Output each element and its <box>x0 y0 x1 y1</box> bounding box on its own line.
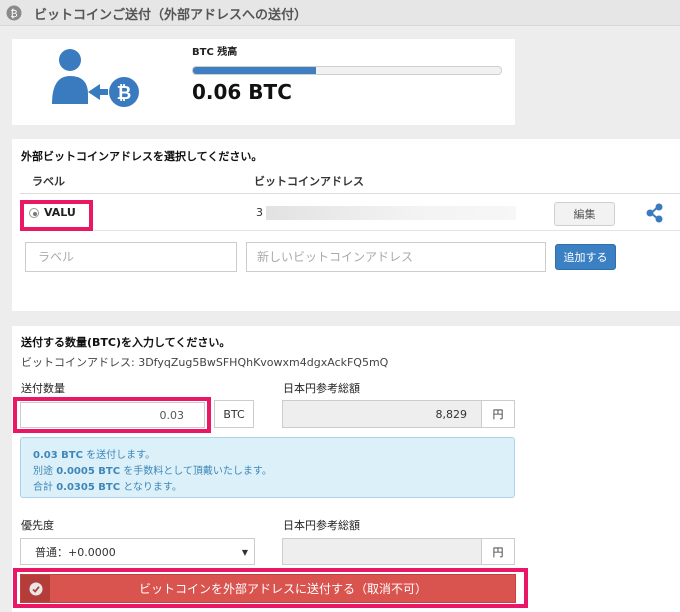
address-row-label[interactable]: VALU <box>44 206 76 219</box>
priority-label: 優先度 <box>21 519 54 532</box>
info-line-3: 合計 0.0305 BTC となります。 <box>33 482 182 493</box>
radio-dot <box>33 212 37 216</box>
svg-text:₿: ₿ <box>10 8 17 20</box>
add-address-button[interactable]: 追加する <box>555 244 616 270</box>
info-line-2: 別途 0.0005 BTC を手数料として頂戴いたします。 <box>33 466 272 477</box>
column-header-address: ビットコインアドレス <box>254 175 364 188</box>
fee-info-box: 0.03 BTC を送付します。 別途 0.0005 BTC を手数料として頂戴… <box>20 437 515 498</box>
yen-unit-2: 円 <box>481 538 515 565</box>
yen-unit: 円 <box>481 400 515 428</box>
column-header-label: ラベル <box>32 175 65 188</box>
selected-address-line: ビットコインアドレス: 3DfyqZug5BwSFHQhKvowxm4dgxAc… <box>21 356 389 369</box>
amount-label: 送付数量 <box>21 382 65 395</box>
svg-text:₿: ₿ <box>117 83 132 104</box>
yen-total-label: 日本円参考総額 <box>283 382 360 395</box>
balance-value: 0.06 BTC <box>192 80 292 104</box>
user-send-bitcoin-icon: ₿ <box>52 49 139 107</box>
priority-value: 普通：+0.0000 <box>35 545 116 559</box>
amount-unit: BTC <box>214 400 254 428</box>
check-icon <box>21 575 50 602</box>
address-section-title: 外部ビットコインアドレスを選択してください。 <box>21 150 263 163</box>
new-label-input[interactable] <box>25 242 237 272</box>
yen-total-value: 8,829 <box>282 400 482 428</box>
info-line-1: 0.03 BTC を送付します。 <box>33 450 156 461</box>
address-redacted <box>266 206 516 220</box>
bitcoin-send-icon: ₿ <box>6 5 22 21</box>
balance-bar-fill <box>193 67 317 74</box>
balance-label: BTC 残高 <box>192 47 238 58</box>
page-title: ビットコインご送付（外部アドレスへの送付） <box>34 8 308 23</box>
amount-section-title: 送付する数量(BTC)を入力してください。 <box>21 336 231 349</box>
share-icon[interactable] <box>646 203 664 223</box>
yen-total-label-2: 日本円参考総額 <box>283 519 360 532</box>
address-radio[interactable] <box>29 208 39 218</box>
table-divider <box>20 193 680 194</box>
table-divider <box>20 230 680 231</box>
new-address-input[interactable] <box>246 242 546 272</box>
amount-input[interactable] <box>20 402 205 428</box>
chevron-down-icon: ▼ <box>241 548 248 557</box>
address-row-value: 3 <box>256 206 263 219</box>
yen-total-value-2 <box>282 538 482 565</box>
priority-select[interactable]: 普通：+0.0000 ▼ <box>20 538 255 565</box>
balance-bar <box>192 66 502 75</box>
edit-button[interactable]: 編集 <box>554 202 615 226</box>
send-button-label[interactable]: ビットコインを外部アドレスに送付する（取消不可） <box>50 574 516 603</box>
